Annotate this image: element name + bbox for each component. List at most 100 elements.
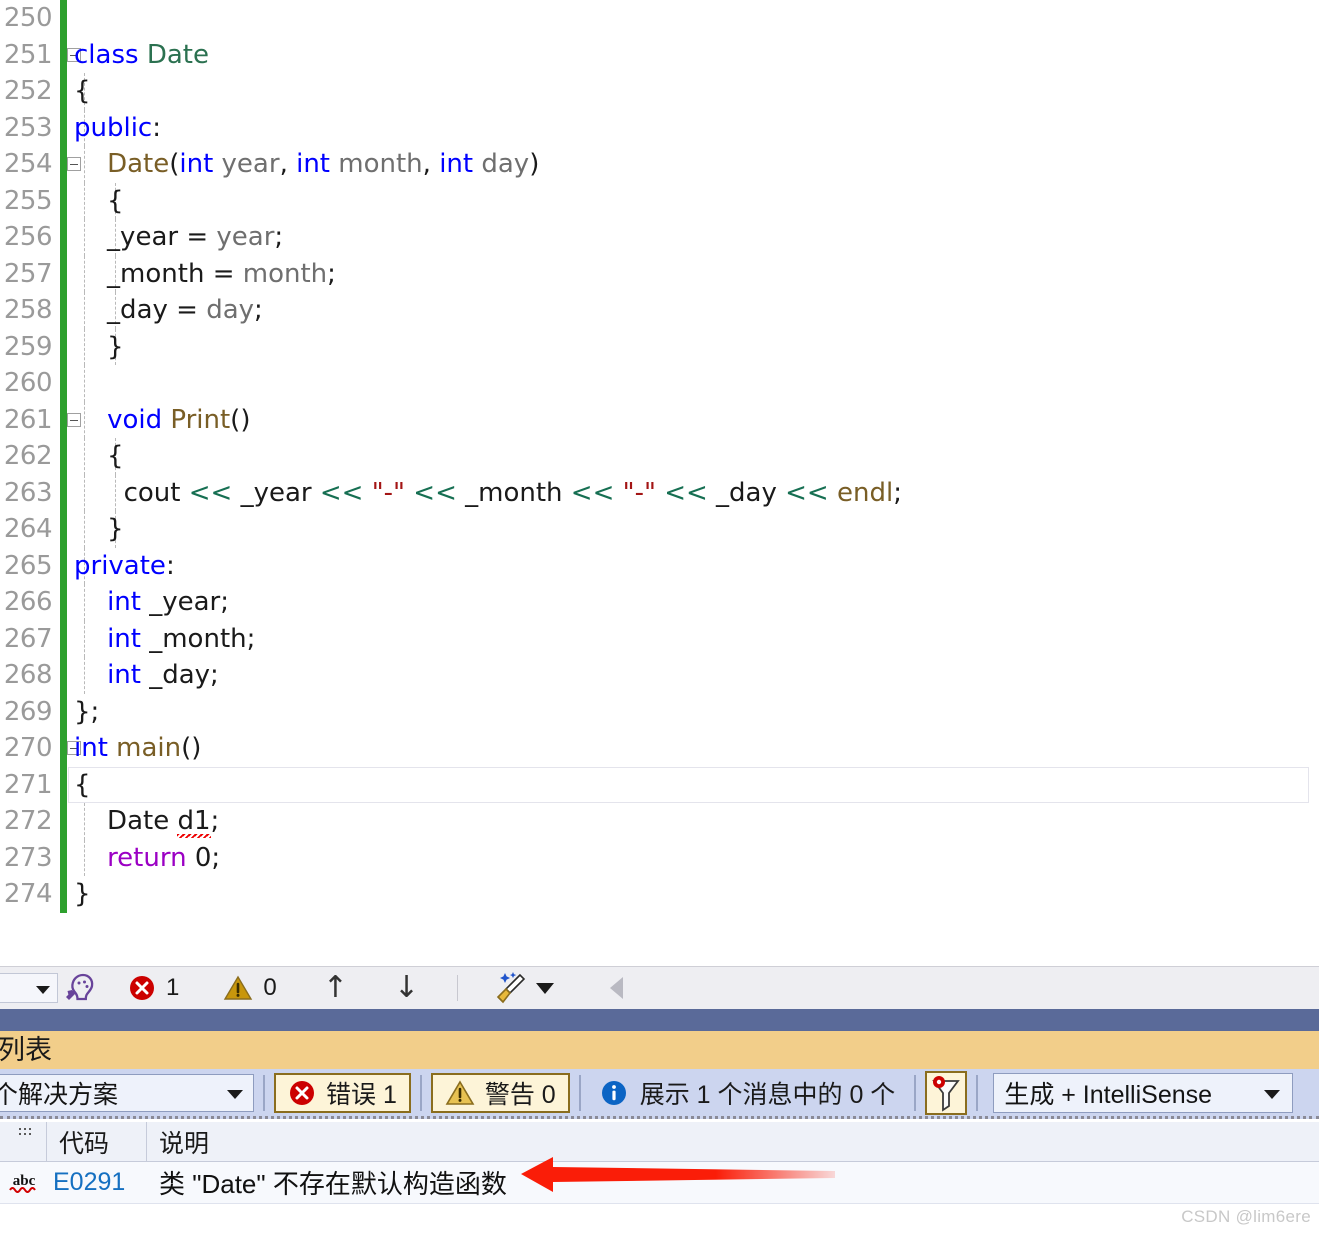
line-number: 264 bbox=[3, 514, 53, 544]
toolbar-error-count-label: 1 bbox=[166, 974, 180, 1001]
next-error-button[interactable]: ↓ bbox=[394, 973, 419, 1003]
code-line[interactable]: 257 _month = month; bbox=[0, 255, 1319, 292]
toolbar-divider bbox=[457, 975, 458, 1001]
line-number: 252 bbox=[3, 76, 53, 106]
code-line[interactable]: 266 int _year; bbox=[0, 584, 1319, 621]
line-number: 267 bbox=[3, 623, 53, 654]
code-token: int bbox=[74, 733, 108, 763]
code-token: ; bbox=[327, 258, 336, 289]
code-token: << bbox=[570, 477, 615, 508]
code-text: _day = day; bbox=[74, 292, 263, 329]
code-line[interactable]: 254 Date(int year, int month, int day) bbox=[0, 146, 1319, 183]
toolbar-error-count[interactable]: 1 bbox=[128, 974, 179, 1002]
change-indicator-bar bbox=[60, 620, 67, 657]
code-line[interactable]: 258 _day = day; bbox=[0, 292, 1319, 329]
row-description[interactable]: 类 "Date" 不存在默认构造函数 bbox=[147, 1164, 507, 1201]
line-number: 258 bbox=[3, 295, 53, 325]
build-source-combo[interactable]: 生成 + IntelliSense bbox=[993, 1072, 1294, 1113]
prev-error-button[interactable]: ↑ bbox=[323, 973, 348, 1003]
error-list-filter-bar[interactable]: 个解决方案 错误 1 警告 0 展示 1 个消息中的 0 个 生成 + Inte… bbox=[0, 1069, 1319, 1119]
code-line[interactable]: 255 { bbox=[0, 182, 1319, 219]
code-token: { bbox=[74, 185, 124, 216]
error-list-empty-area bbox=[0, 1204, 1319, 1233]
code-line[interactable]: 262 { bbox=[0, 438, 1319, 475]
table-row[interactable]: abc E0291 类 "Date" 不存在默认构造函数 bbox=[0, 1162, 1319, 1204]
code-line[interactable]: 260 bbox=[0, 365, 1319, 402]
quick-actions-icon[interactable] bbox=[58, 967, 102, 1010]
column-header-description[interactable]: 说明 bbox=[147, 1122, 1319, 1162]
code-line[interactable]: 265 private: bbox=[0, 547, 1319, 584]
toolbar-warning-count[interactable]: 0 bbox=[223, 974, 277, 1002]
code-lines-container[interactable]: 250 251 class Date 252{253 public: 254 Date(i… bbox=[0, 0, 1319, 913]
code-editor[interactable]: 250 251 class Date 252{253 public: 254 Date(i… bbox=[0, 0, 1319, 940]
line-number: 254 bbox=[3, 149, 53, 179]
code-text: int main() bbox=[74, 730, 201, 767]
code-cleanup-broom-icon bbox=[496, 972, 526, 1004]
code-cleanup-button[interactable] bbox=[490, 971, 554, 1005]
error-list-column-headers[interactable]: 代码 说明 bbox=[0, 1121, 1319, 1162]
code-line[interactable]: 271 { bbox=[0, 766, 1319, 803]
scope-filter-combo[interactable]: 个解决方案 bbox=[0, 1073, 254, 1112]
line-number: 273 bbox=[3, 842, 53, 873]
code-token: : bbox=[152, 112, 161, 143]
code-token: Date bbox=[146, 39, 209, 70]
code-line[interactable]: 272 Date d1; bbox=[0, 803, 1319, 841]
error-list-toolbar[interactable]: 1 0 ↑ ↓ bbox=[0, 966, 1319, 1009]
error-filter-toggle[interactable]: 错误 1 bbox=[274, 1072, 411, 1113]
error-squiggle-token: d1 bbox=[177, 806, 211, 841]
column-chooser-grip[interactable] bbox=[0, 1121, 47, 1162]
code-line[interactable]: 268 int _day; bbox=[0, 657, 1319, 694]
panel-title-label: 列表 bbox=[0, 1034, 52, 1065]
column-header-code[interactable]: 代码 bbox=[47, 1121, 147, 1162]
line-number: 261 bbox=[3, 404, 53, 435]
code-line[interactable]: 261 void Print() bbox=[0, 401, 1319, 438]
change-indicator-bar bbox=[60, 547, 67, 584]
chevron-down-icon[interactable] bbox=[536, 982, 554, 994]
code-line[interactable]: 273 return 0; bbox=[0, 839, 1319, 877]
code-line[interactable]: 250 bbox=[0, 0, 1319, 37]
indent-guide bbox=[84, 365, 85, 402]
toolbar-scope-combo[interactable] bbox=[0, 973, 58, 1003]
message-filter-toggle[interactable]: 展示 1 个消息中的 0 个 bbox=[590, 1075, 906, 1111]
code-token: year bbox=[216, 222, 275, 252]
warning-filter-toggle[interactable]: 警告 0 bbox=[430, 1072, 570, 1113]
code-line[interactable]: 259 } bbox=[0, 328, 1319, 365]
code-token: int bbox=[179, 149, 214, 179]
code-line[interactable]: 253 public: bbox=[0, 109, 1319, 146]
watermark: CSDN @lim6ere bbox=[1181, 1207, 1311, 1226]
error-list-panel-title[interactable]: 列表 bbox=[0, 1031, 1319, 1069]
code-token: () bbox=[181, 733, 202, 763]
toolbar-warning-count-label: 0 bbox=[263, 974, 277, 1001]
code-line[interactable]: 269}; bbox=[0, 693, 1319, 731]
line-number: 268 bbox=[3, 660, 53, 690]
code-line[interactable]: 251 class Date bbox=[0, 36, 1319, 73]
code-text: return 0; bbox=[74, 840, 220, 877]
filter-funnel-icon[interactable] bbox=[925, 1070, 968, 1115]
filter-divider bbox=[976, 1074, 979, 1111]
code-line[interactable]: 252 { bbox=[0, 73, 1319, 110]
code-line[interactable]: 264 } bbox=[0, 511, 1319, 548]
panel-accent-bar bbox=[0, 1009, 1319, 1031]
code-line[interactable]: 263 cout << _year << "-" << _month << "-… bbox=[0, 474, 1319, 511]
code-text: int _year; bbox=[74, 584, 229, 621]
code-token: << bbox=[413, 477, 457, 508]
code-token: ; bbox=[893, 477, 902, 508]
code-token: << bbox=[188, 477, 233, 508]
code-line[interactable]: 270 int main() bbox=[0, 730, 1319, 767]
code-token: _month bbox=[456, 477, 571, 508]
row-code[interactable]: E0291 bbox=[47, 1168, 147, 1197]
toolbar-overflow-button[interactable] bbox=[610, 977, 623, 999]
code-line[interactable]: 267 int _month; bbox=[0, 620, 1319, 657]
code-line[interactable]: 256 _year = year; bbox=[0, 219, 1319, 256]
change-indicator-bar bbox=[60, 328, 67, 365]
code-line[interactable]: 274} bbox=[0, 876, 1319, 913]
line-number: 253 bbox=[3, 112, 53, 143]
code-text: }; bbox=[74, 694, 99, 731]
code-token: day bbox=[473, 149, 530, 179]
change-indicator-bar bbox=[60, 146, 67, 183]
code-token: : bbox=[165, 550, 175, 581]
code-token: } bbox=[74, 514, 124, 544]
